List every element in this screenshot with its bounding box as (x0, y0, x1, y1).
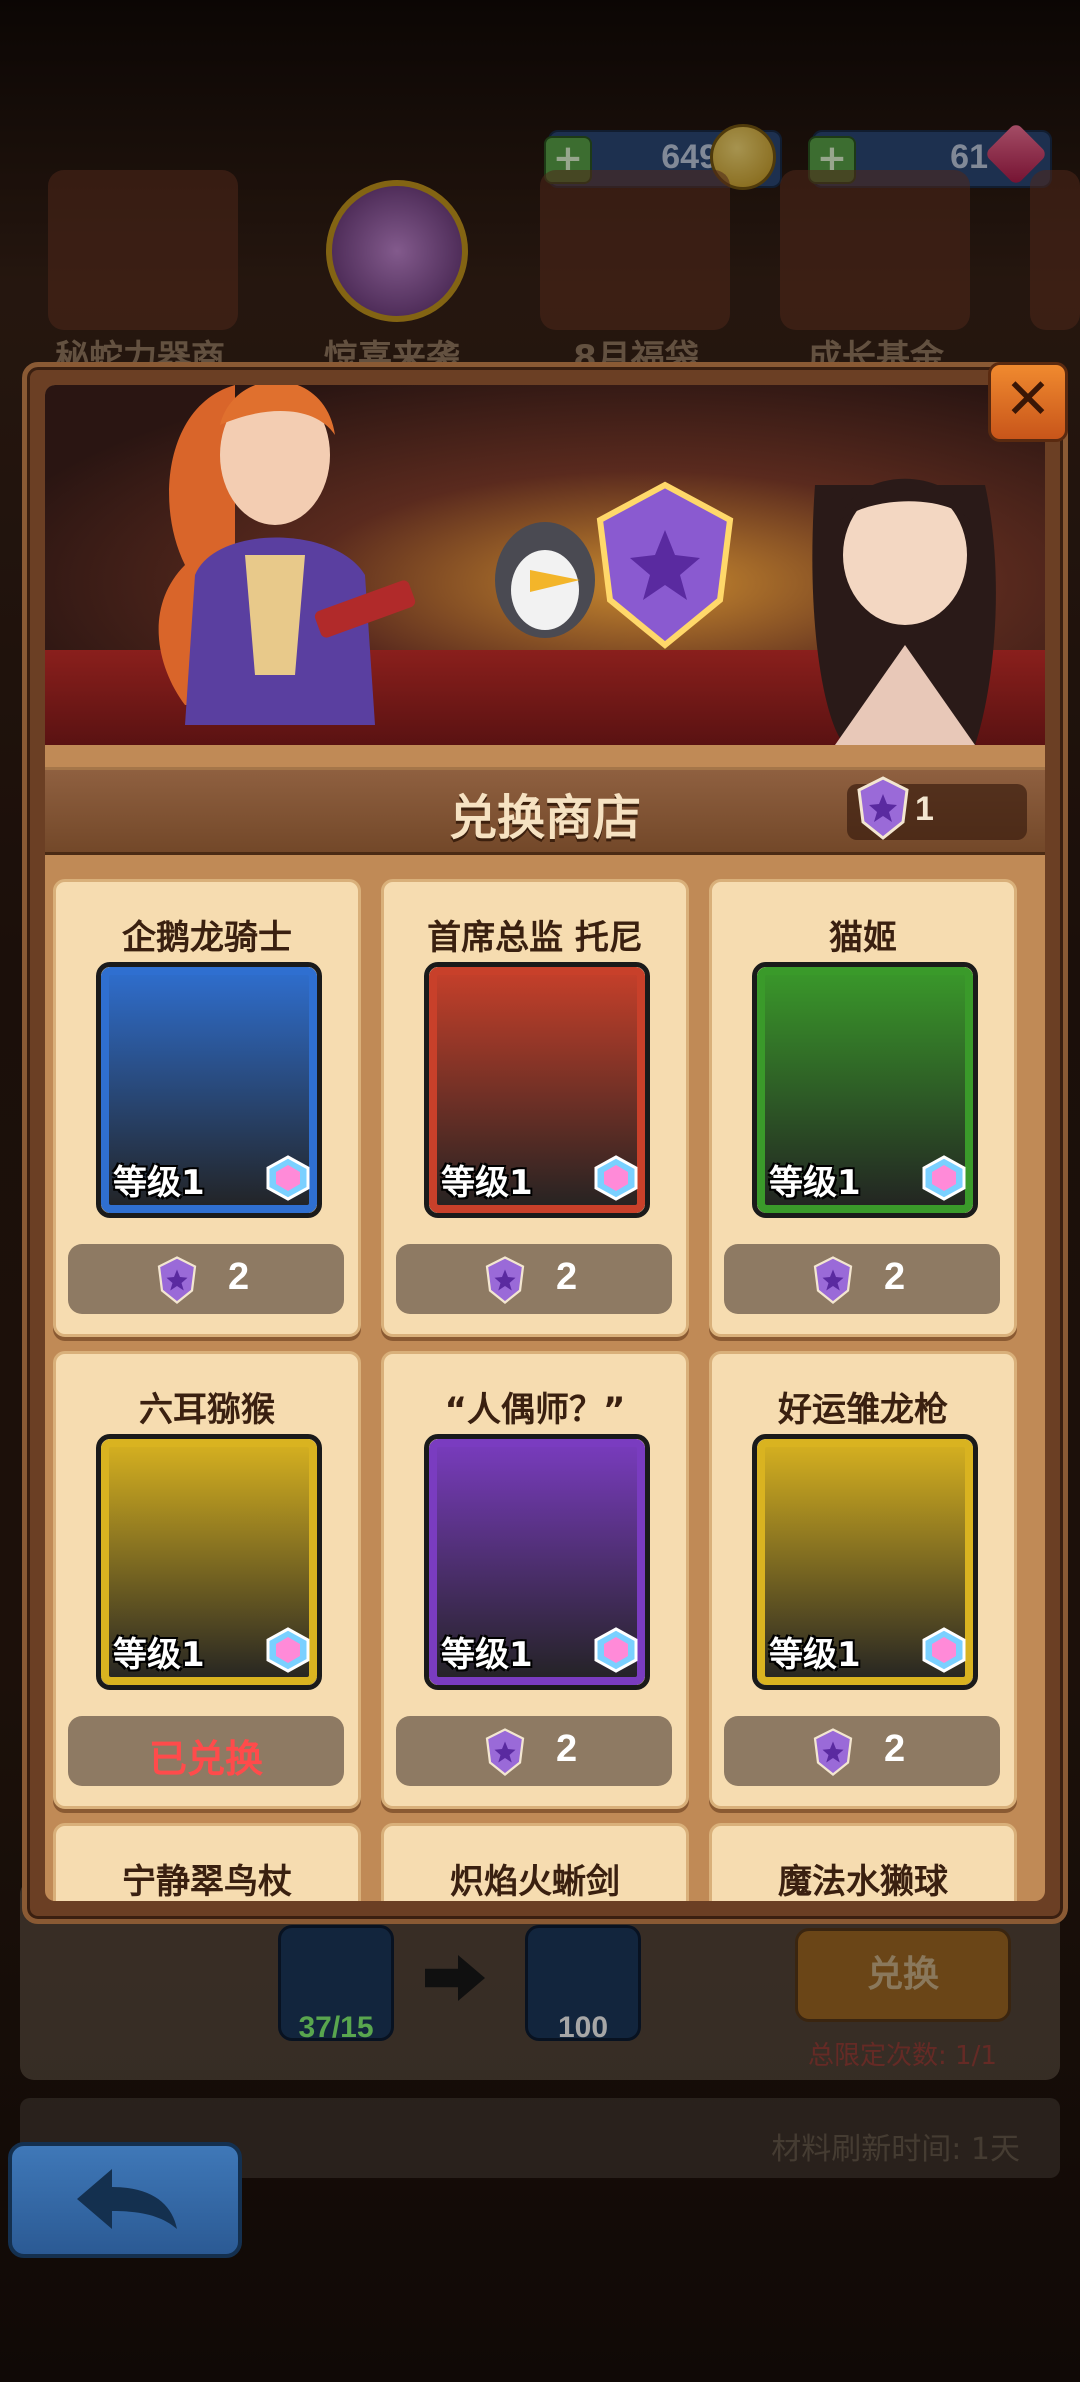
rainbow-gem-icon (922, 1627, 966, 1673)
shop-item-grid: 企鹅龙骑士 等级1 2 首席总监 托尼 等级1 2 猫姬 等级1 2 六耳猕猴 等级1 已兑换 “人偶师… (45, 855, 1045, 1901)
shop-title-bar: 兑换商店 1 (45, 767, 1045, 855)
cat-girl-illustration (812, 478, 996, 745)
shop-item-card[interactable]: 猫姬等级1 2 (709, 879, 1017, 1337)
item-level: 等级1 (769, 1635, 861, 1675)
exchange-price-button[interactable]: 2 (724, 1716, 1000, 1786)
merchant-woman-illustration (158, 385, 416, 725)
close-button[interactable]: ✕ (988, 362, 1068, 442)
close-icon: ✕ (1004, 367, 1052, 432)
shop-item-card[interactable]: 六耳猕猴等级1 已兑换 (53, 1351, 361, 1809)
item-level: 等级1 (113, 1635, 205, 1675)
item-price: 2 (228, 1256, 250, 1298)
shop-item-card[interactable]: 企鹅龙骑士等级1 2 (53, 879, 361, 1337)
item-level: 等级1 (113, 1163, 205, 1203)
shop-item-card[interactable]: 魔法水獭球 (709, 1823, 1017, 1901)
rainbow-gem-icon (266, 1627, 310, 1673)
crystal-balance-value: 1 (915, 790, 934, 828)
rainbow-gem-icon (266, 1155, 310, 1201)
item-art: 等级1 (424, 962, 650, 1218)
crystal-balance: 1 (847, 776, 1027, 840)
modal-body: 兑换商店 1 企鹅龙骑士 等级1 2 首席总监 托尼 等级1 2 猫姬 等级1 2 六耳猕猴 等级1… (45, 385, 1045, 1901)
item-price: 2 (556, 1256, 578, 1298)
redeemed-button[interactable]: 已兑换 (68, 1716, 344, 1786)
rainbow-gem-icon (594, 1627, 638, 1673)
item-name: 猫姬 (829, 918, 897, 958)
back-arrow-icon (77, 2169, 177, 2229)
item-name: 好运雏龙枪 (778, 1390, 948, 1430)
back-button[interactable] (8, 2142, 242, 2258)
item-art: 等级1 (96, 962, 322, 1218)
crystal-icon (857, 776, 909, 840)
item-name: 魔法水獭球 (778, 1862, 948, 1901)
shop-item-card[interactable]: 宁静翠鸟杖 (53, 1823, 361, 1901)
shop-banner (45, 385, 1045, 745)
rainbow-gem-icon (594, 1155, 638, 1201)
exchange-price-button[interactable]: 2 (396, 1244, 672, 1314)
item-art: 等级1 (752, 1434, 978, 1690)
item-art: 等级1 (96, 1434, 322, 1690)
exchange-price-button[interactable]: 2 (68, 1244, 344, 1314)
item-level: 等级1 (769, 1163, 861, 1203)
item-art: 等级1 (752, 962, 978, 1218)
item-level: 等级1 (441, 1635, 533, 1675)
shop-item-card[interactable]: “人偶师？” 等级1 2 (381, 1351, 689, 1809)
penguin-mascot-illustration (495, 522, 595, 638)
item-level: 等级1 (441, 1163, 533, 1203)
item-price: 2 (556, 1728, 578, 1770)
shop-item-card[interactable]: 炽焰火蜥剑 (381, 1823, 689, 1901)
item-name: 首席总监 托尼 (427, 918, 643, 958)
rainbow-gem-icon (922, 1155, 966, 1201)
item-name: 炽焰火蜥剑 (450, 1862, 620, 1901)
item-price: 2 (884, 1728, 906, 1770)
redeemed-label: 已兑换 (148, 1737, 263, 1781)
shop-item-card[interactable]: 好运雏龙枪等级1 2 (709, 1351, 1017, 1809)
item-name: 宁静翠鸟杖 (122, 1862, 292, 1901)
item-art: 等级1 (424, 1434, 650, 1690)
item-name: “人偶师？” (444, 1390, 626, 1430)
item-name: 企鹅龙骑士 (122, 918, 292, 958)
exchange-price-button[interactable]: 2 (724, 1244, 1000, 1314)
shop-item-card[interactable]: 首席总监 托尼等级1 2 (381, 879, 689, 1337)
exchange-shop-modal: 兑换商店 1 企鹅龙骑士 等级1 2 首席总监 托尼 等级1 2 猫姬 等级1 2 六耳猕猴 等级1… (22, 362, 1068, 1924)
item-name: 六耳猕猴 (139, 1390, 275, 1430)
crystal-currency-illustration (596, 481, 734, 649)
item-price: 2 (884, 1256, 906, 1298)
exchange-price-button[interactable]: 2 (396, 1716, 672, 1786)
